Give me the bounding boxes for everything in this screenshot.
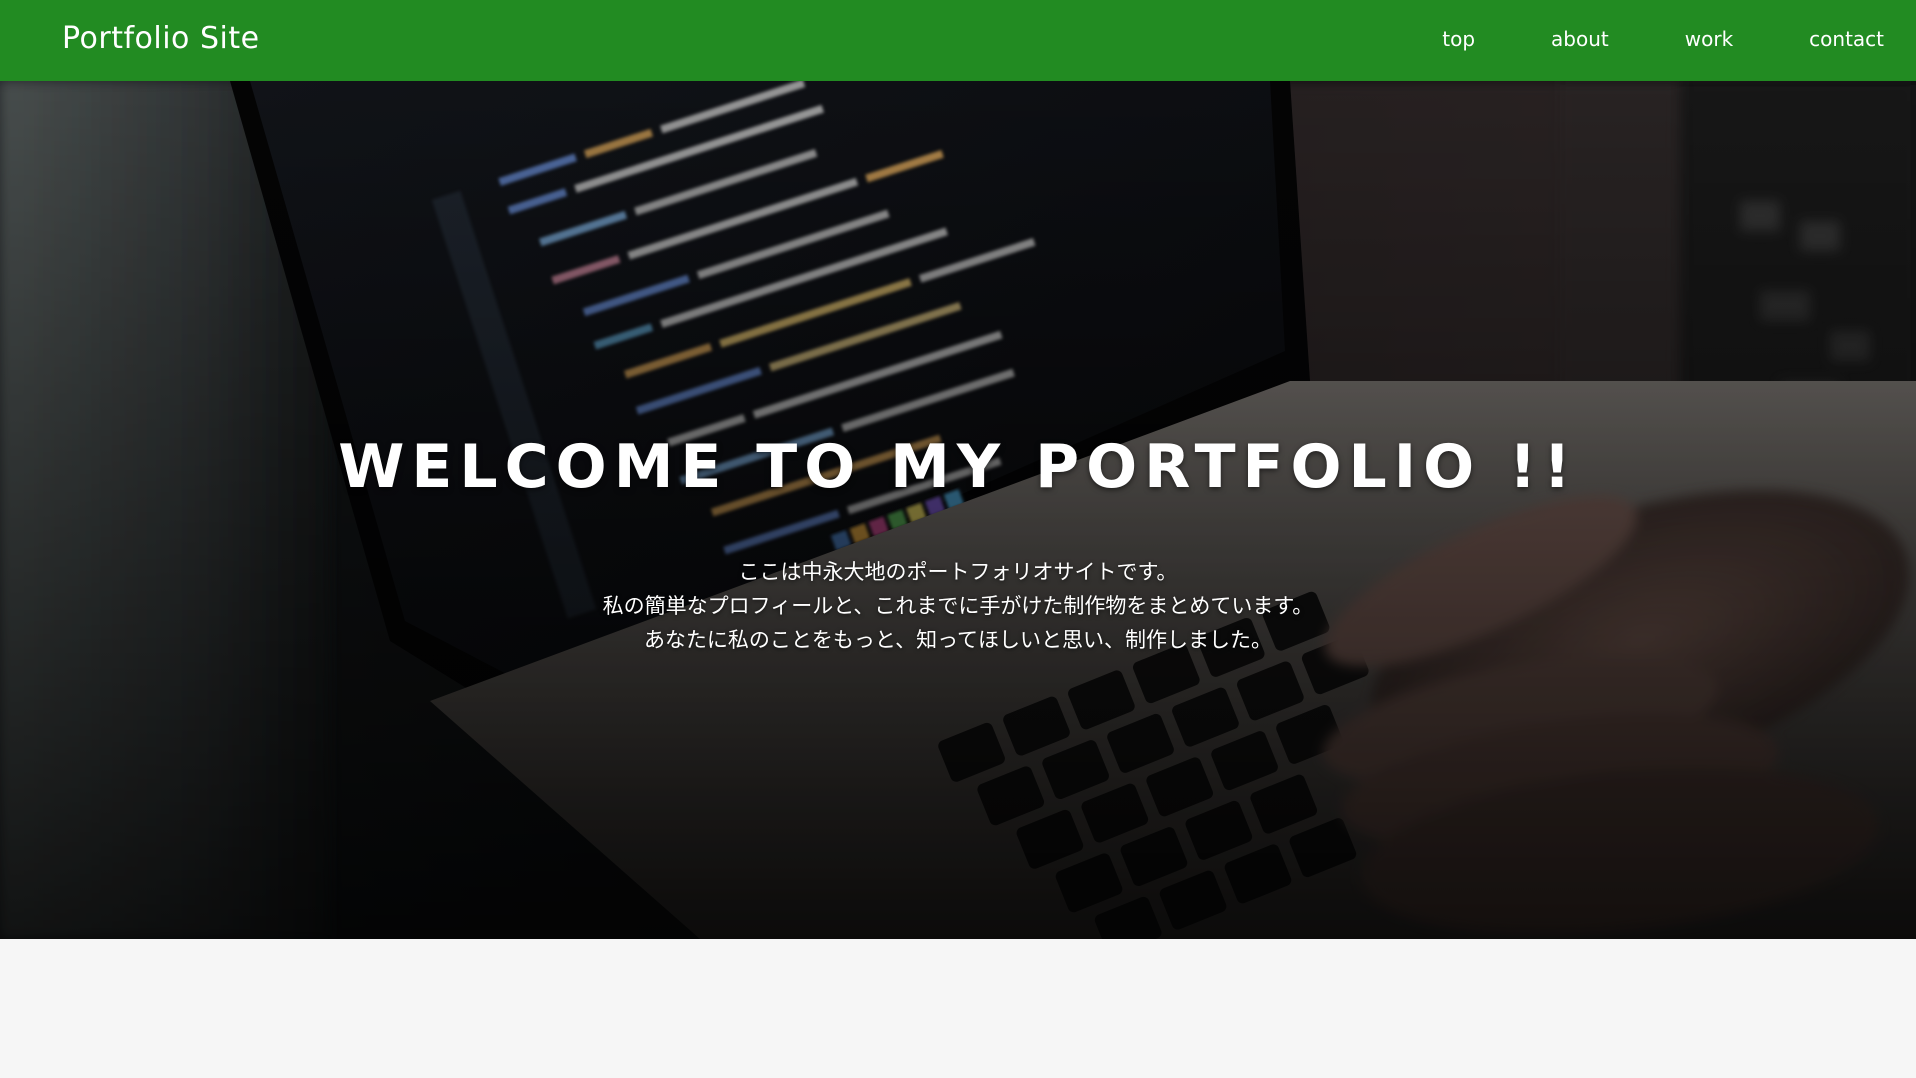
hero-text-line-1: ここは中永大地のポートフォリオサイトです。 [738, 560, 1178, 584]
main-nav: top about work contact [1442, 0, 1884, 81]
nav-link-work[interactable]: work [1685, 27, 1733, 51]
hero-text-line-2: 私の簡単なプロフィールと、これまでに手がけた制作物をまとめています。 [602, 594, 1314, 618]
nav-link-top[interactable]: top [1442, 27, 1475, 51]
site-header: Portfolio Site top about work contact [0, 0, 1916, 81]
nav-link-about[interactable]: about [1551, 27, 1609, 51]
page-content-area [0, 939, 1916, 1078]
hero-section: WELCOME TO MY PORTFOLIO !! ここは中永大地のポートフォ… [0, 81, 1916, 939]
hero-content: WELCOME TO MY PORTFOLIO !! ここは中永大地のポートフォ… [0, 437, 1916, 657]
hero-description: ここは中永大地のポートフォリオサイトです。 私の簡単なプロフィールと、これまでに… [0, 555, 1916, 657]
site-logo[interactable]: Portfolio Site [62, 21, 260, 56]
hero-title: WELCOME TO MY PORTFOLIO !! [338, 432, 1578, 502]
nav-link-contact[interactable]: contact [1809, 27, 1884, 51]
hero-text-line-3: あなたに私のことをもっと、知ってほしいと思い、制作しました。 [643, 628, 1273, 652]
